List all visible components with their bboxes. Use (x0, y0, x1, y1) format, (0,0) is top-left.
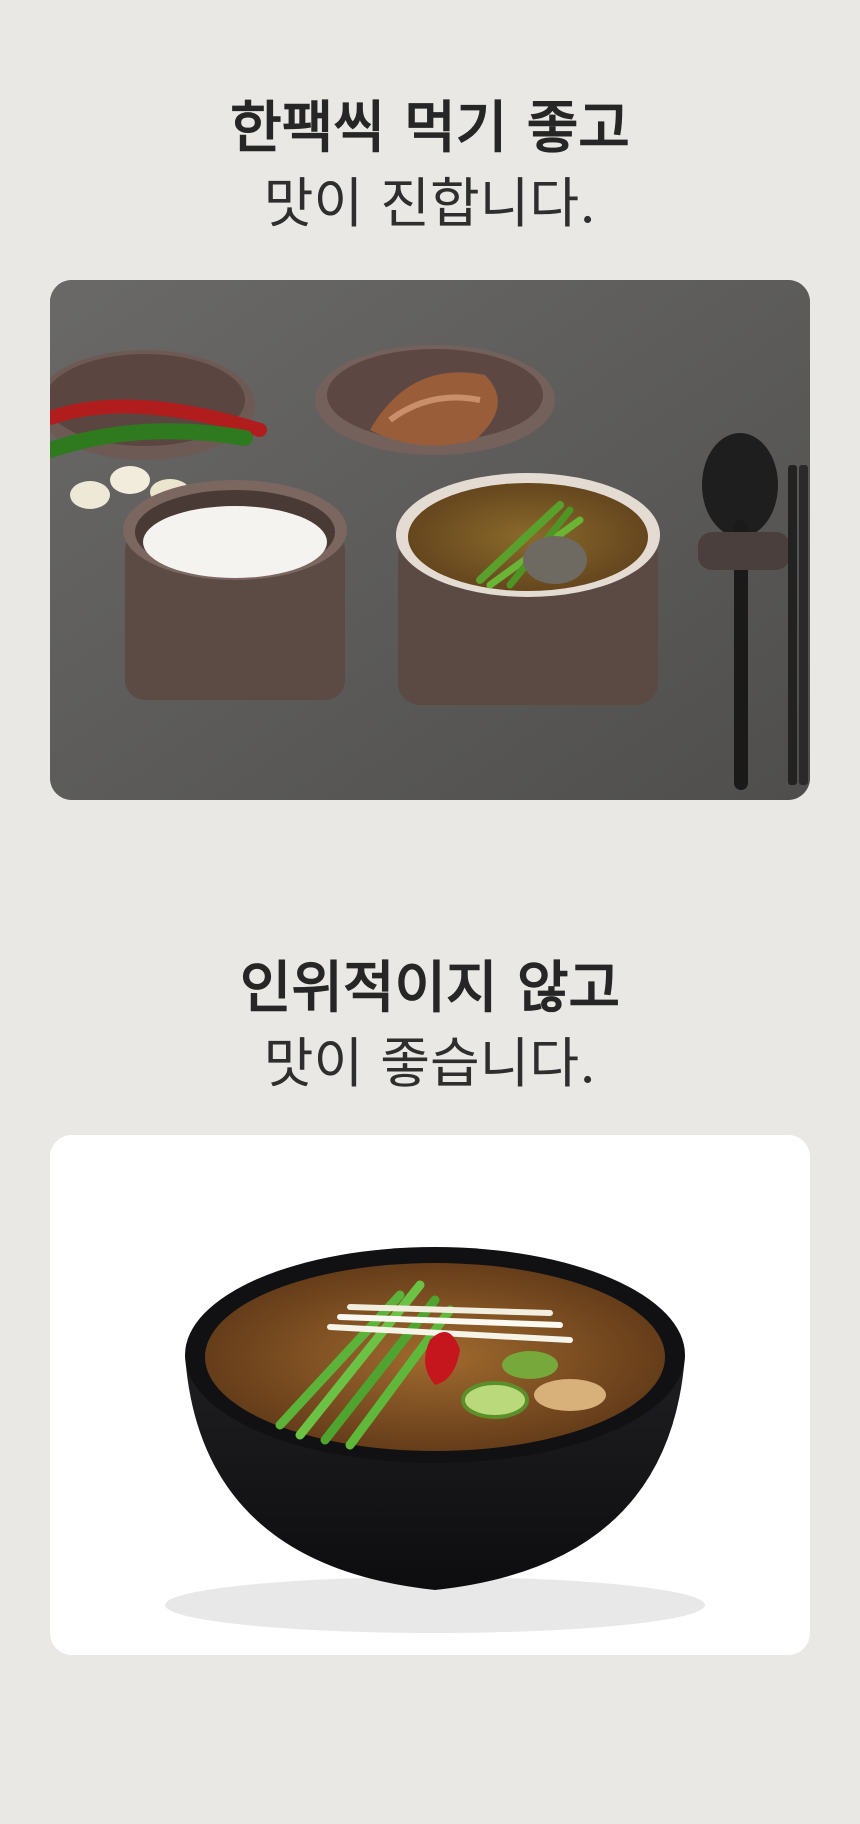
meal-set-illustration (50, 280, 810, 800)
section-natural: 인위적이지 않고 맛이 좋습니다. (0, 955, 860, 1097)
heading-bold-line: 인위적이지 않고 (239, 956, 621, 1021)
section-heading: 인위적이지 않고 맛이 좋습니다. (0, 955, 860, 1097)
meal-set-photo (50, 280, 810, 800)
soup-bowl-photo (50, 1135, 810, 1655)
soup-bowl-illustration (50, 1135, 810, 1655)
section-portion: 한팩씩 먹기 좋고 맛이 진합니다. (0, 95, 860, 237)
heading-light-line: 맛이 좋습니다. (263, 1032, 597, 1096)
heading-bold-line: 한팩씩 먹기 좋고 (230, 96, 630, 161)
heading-light-line: 맛이 진합니다. (263, 172, 597, 236)
section-heading: 한팩씩 먹기 좋고 맛이 진합니다. (0, 95, 860, 237)
